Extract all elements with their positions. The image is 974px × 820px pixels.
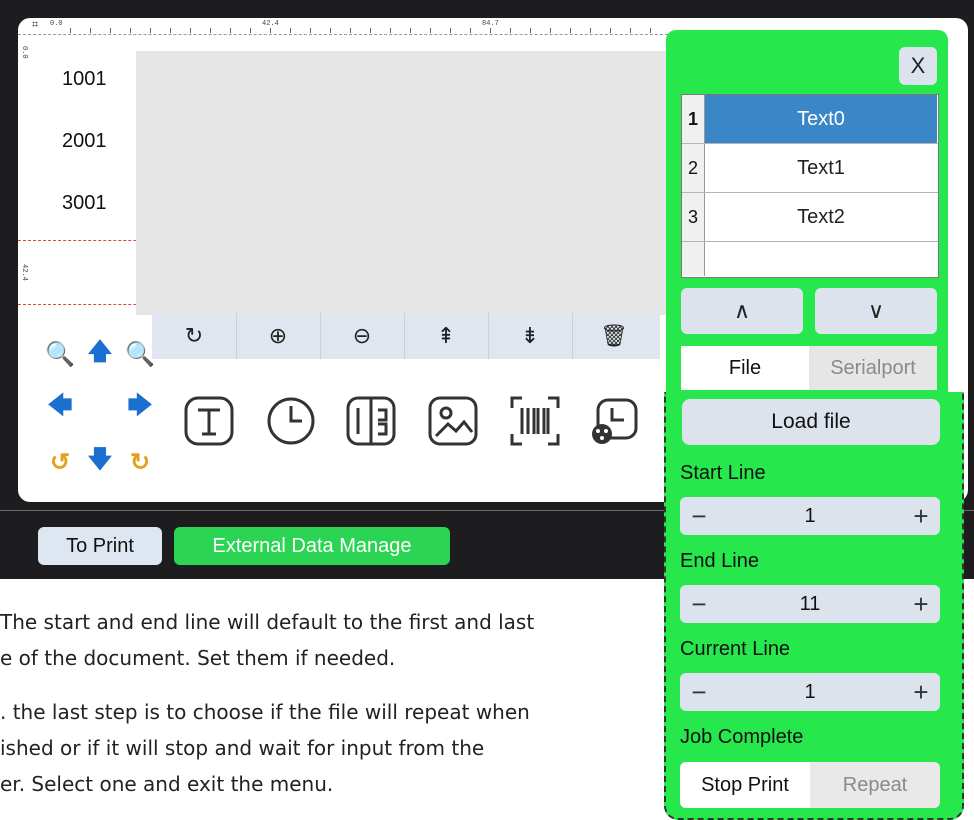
data-line-text: 3001 bbox=[62, 192, 107, 214]
document-text: The start and end line will default to t… bbox=[0, 610, 535, 634]
left-ruler: 0.0 42.4 bbox=[18, 34, 32, 334]
layer-down-button[interactable]: ⇟ bbox=[488, 313, 573, 359]
document-text: ished or if it will stop and wait for in… bbox=[0, 736, 485, 760]
job-complete-label: Job Complete bbox=[680, 726, 804, 748]
zoom-out-icon[interactable]: 🔍 bbox=[45, 340, 75, 368]
left-ruler-label-origin: 0.0 bbox=[20, 46, 28, 59]
chevron-up-icon: ∧ bbox=[733, 298, 751, 323]
zoom-in-icon: ⊕ bbox=[268, 323, 288, 348]
document-text: er. Select one and exit the menu. bbox=[0, 772, 334, 796]
time-shift-icon[interactable] bbox=[586, 392, 644, 450]
layer-down-icon: ⇟ bbox=[520, 323, 540, 348]
layer-up-icon: ⇞ bbox=[436, 323, 456, 348]
reorder-controls: ∧ ∨ bbox=[681, 288, 937, 334]
current-line-label: Current Line bbox=[680, 638, 791, 660]
job-complete-selector: Stop Print Repeat bbox=[680, 762, 940, 808]
ruler-label-far: 84.7 bbox=[482, 20, 499, 28]
data-line-text: 1001 bbox=[62, 68, 107, 90]
plus-icon[interactable]: + bbox=[902, 585, 940, 623]
list-item-label: Text0 bbox=[705, 95, 937, 143]
list-item[interactable]: 3 Text2 bbox=[682, 193, 938, 242]
stop-print-option[interactable]: Stop Print bbox=[680, 762, 810, 808]
chevron-down-icon: ∨ bbox=[867, 298, 885, 323]
top-ruler: ⌗ 0.0 42.4 84.7 bbox=[18, 18, 678, 35]
text-object-list: 1 Text0 2 Text1 3 Text2 bbox=[681, 94, 939, 278]
list-item-label: Text2 bbox=[797, 205, 845, 228]
tab-file[interactable]: File bbox=[681, 346, 809, 390]
repeat-option[interactable]: Repeat bbox=[810, 762, 940, 808]
current-line-value[interactable]: 1 bbox=[720, 673, 900, 711]
list-item-index: 3 bbox=[682, 193, 705, 241]
list-item[interactable]: 2 Text1 bbox=[682, 144, 938, 193]
left-ruler-label-mid: 42.4 bbox=[20, 264, 28, 281]
list-item-index: 2 bbox=[682, 144, 705, 192]
rotate-icon: ↻ bbox=[184, 323, 204, 348]
list-item-label: Text1 bbox=[797, 156, 845, 179]
data-line[interactable]: 1001 bbox=[32, 50, 136, 110]
minus-icon[interactable]: − bbox=[680, 497, 718, 535]
edit-toolbar: ↻ ⊕ ⊖ ⇞ ⇟ 🗑 bbox=[152, 313, 660, 359]
minus-icon[interactable]: − bbox=[680, 673, 718, 711]
ruler-label-mid: 42.4 bbox=[262, 20, 279, 28]
zoom-out-icon: ⊖ bbox=[352, 323, 372, 348]
zoom-out-button[interactable]: ⊖ bbox=[320, 313, 405, 359]
arrow-right-icon[interactable]: 🡆 bbox=[126, 392, 154, 422]
minus-icon[interactable]: − bbox=[680, 585, 718, 623]
data-lines: 1001 2001 3001 bbox=[32, 34, 136, 334]
zoom-in-button[interactable]: ⊕ bbox=[236, 313, 321, 359]
end-line-stepper: − 11 + bbox=[680, 585, 940, 623]
list-item[interactable]: 1 Text0 bbox=[682, 95, 938, 144]
document-text: e of the document. Set them if needed. bbox=[0, 646, 396, 670]
close-button[interactable]: X bbox=[899, 47, 937, 85]
arrow-up-icon[interactable]: 🡅 bbox=[86, 338, 114, 368]
end-line-label: End Line bbox=[680, 550, 759, 572]
clock-icon[interactable] bbox=[262, 392, 320, 450]
document-text: . the last step is to choose if the file… bbox=[0, 700, 530, 724]
image-icon[interactable] bbox=[424, 392, 482, 450]
data-line[interactable]: 2001 bbox=[32, 112, 136, 172]
list-item-empty bbox=[682, 242, 938, 276]
current-line-stepper: − 1 + bbox=[680, 673, 940, 711]
barcode-icon[interactable] bbox=[506, 392, 564, 450]
list-item-index: 1 bbox=[682, 95, 705, 143]
data-line[interactable]: 3001 bbox=[32, 174, 136, 234]
layer-up-button[interactable]: ⇞ bbox=[404, 313, 489, 359]
data-line-text: 2001 bbox=[62, 130, 107, 152]
rotate-cw-icon[interactable]: ↻ bbox=[126, 448, 154, 476]
source-tabs: File Serialport bbox=[681, 346, 937, 390]
rotate-ccw-icon[interactable]: ↺ bbox=[46, 448, 74, 476]
ruler-label-origin: 0.0 bbox=[50, 20, 63, 28]
arrow-left-icon[interactable]: 🡄 bbox=[46, 392, 74, 422]
serial-number-icon[interactable] bbox=[342, 392, 400, 450]
rotate-button[interactable]: ↻ bbox=[152, 313, 237, 359]
tab-serialport[interactable]: Serialport bbox=[809, 346, 937, 390]
load-file-button[interactable]: Load file bbox=[682, 399, 940, 445]
delete-icon: 🗑 bbox=[600, 323, 628, 348]
end-line-value[interactable]: 11 bbox=[720, 585, 900, 623]
list-item-index bbox=[682, 242, 705, 276]
ruler-corner-icon: ⌗ bbox=[32, 19, 39, 31]
plus-icon[interactable]: + bbox=[902, 673, 940, 711]
start-line-value[interactable]: 1 bbox=[720, 497, 900, 535]
arrow-down-icon[interactable]: 🡇 bbox=[86, 446, 114, 476]
delete-button[interactable]: 🗑 bbox=[572, 313, 656, 359]
start-line-label: Start Line bbox=[680, 462, 766, 484]
zoom-in-icon[interactable]: 🔍 bbox=[125, 340, 155, 368]
to-print-button[interactable]: To Print bbox=[38, 527, 162, 565]
move-down-button[interactable]: ∨ bbox=[815, 288, 937, 334]
print-canvas[interactable] bbox=[136, 51, 678, 315]
start-line-stepper: − 1 + bbox=[680, 497, 940, 535]
plus-icon[interactable]: + bbox=[902, 497, 940, 535]
move-up-button[interactable]: ∧ bbox=[681, 288, 803, 334]
text-icon[interactable] bbox=[180, 392, 238, 450]
external-data-manage-button[interactable]: External Data Manage bbox=[174, 527, 450, 565]
